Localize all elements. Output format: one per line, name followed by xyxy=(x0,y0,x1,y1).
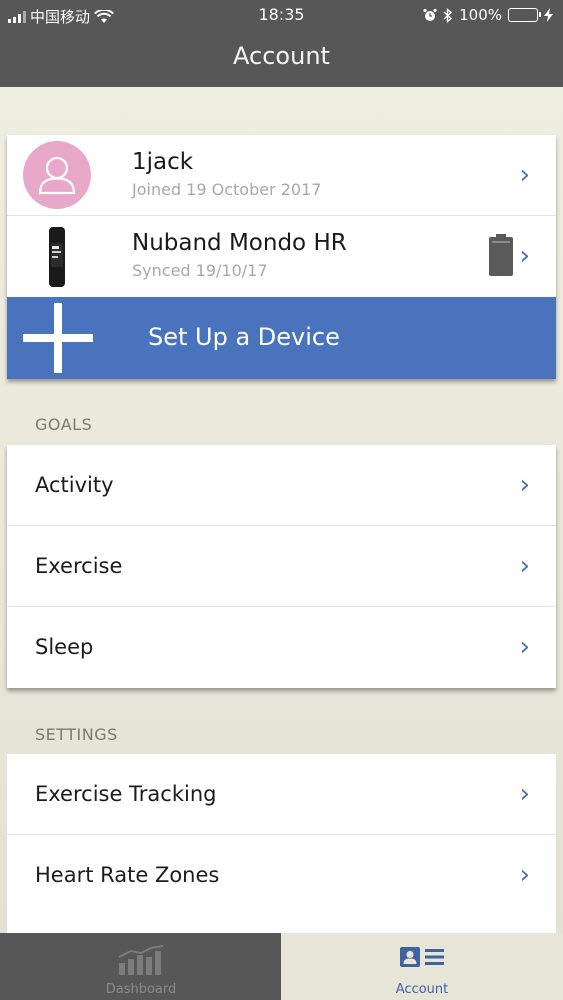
user-silhouette-icon xyxy=(38,156,76,195)
settings-item-label: Heart Rate Zones xyxy=(35,863,220,887)
status-bar: 中国移动 18:35 100% xyxy=(0,0,563,30)
top-bar: 中国移动 18:35 100% Account xyxy=(0,0,563,87)
fitness-band-icon xyxy=(49,227,65,287)
alarm-icon xyxy=(423,8,437,21)
bluetooth-icon xyxy=(443,7,453,23)
settings-section-label: SETTINGS xyxy=(35,725,118,744)
profile-joined-date: Joined 19 October 2017 xyxy=(132,180,322,199)
plus-icon xyxy=(23,303,93,373)
tab-account-label: Account xyxy=(395,982,449,997)
settings-item-heart-rate-zones[interactable]: Heart Rate Zones › xyxy=(7,835,556,916)
device-battery-icon xyxy=(489,234,513,276)
chevron-right-icon: › xyxy=(519,470,530,500)
chevron-right-icon: › xyxy=(519,632,530,662)
setup-device-button[interactable]: Set Up a Device xyxy=(7,297,556,379)
chevron-right-icon: › xyxy=(519,779,530,809)
battery-percentage: 100% xyxy=(459,6,502,24)
chevron-right-icon: › xyxy=(519,551,530,581)
chevron-right-icon: › xyxy=(519,160,530,190)
goal-item-sleep[interactable]: Sleep › xyxy=(7,607,556,688)
page-title: Account xyxy=(233,42,330,70)
avatar xyxy=(23,141,91,209)
goal-item-label: Sleep xyxy=(35,635,94,659)
goal-item-label: Activity xyxy=(35,473,114,497)
goals-card: Activity › Exercise › Sleep › xyxy=(7,445,556,688)
goals-section-label: GOALS xyxy=(35,415,93,434)
tab-bar: Dashboard Account xyxy=(0,933,563,1000)
chevron-right-icon: › xyxy=(519,860,530,890)
device-synced-date: Synced 19/10/17 xyxy=(132,261,268,280)
battery-icon xyxy=(508,8,541,22)
charging-icon xyxy=(544,8,553,22)
goal-item-label: Exercise xyxy=(35,554,123,578)
profile-row[interactable]: 1jack Joined 19 October 2017 › xyxy=(7,135,556,216)
settings-item-label: Exercise Tracking xyxy=(35,782,217,806)
account-card: 1jack Joined 19 October 2017 › Nuband Mo… xyxy=(7,135,556,297)
device-name: Nuband Mondo HR xyxy=(132,230,347,256)
settings-card: Exercise Tracking › Heart Rate Zones › xyxy=(7,754,556,933)
bar-chart-icon xyxy=(118,945,164,975)
goal-item-exercise[interactable]: Exercise › xyxy=(7,526,556,607)
main-content: 1jack Joined 19 October 2017 › Nuband Mo… xyxy=(0,87,563,933)
profile-name: 1jack xyxy=(132,149,194,175)
tab-account[interactable]: Account xyxy=(281,933,563,1000)
settings-item-exercise-tracking[interactable]: Exercise Tracking › xyxy=(7,754,556,835)
status-right: 100% xyxy=(423,6,553,24)
chevron-right-icon: › xyxy=(519,241,530,271)
setup-device-label: Set Up a Device xyxy=(148,323,340,351)
contact-card-icon xyxy=(400,947,444,967)
goal-item-activity[interactable]: Activity › xyxy=(7,445,556,526)
device-row[interactable]: Nuband Mondo HR Synced 19/10/17 › xyxy=(7,216,556,297)
tab-dashboard-label: Dashboard xyxy=(105,982,177,997)
tab-dashboard[interactable]: Dashboard xyxy=(0,933,282,1000)
